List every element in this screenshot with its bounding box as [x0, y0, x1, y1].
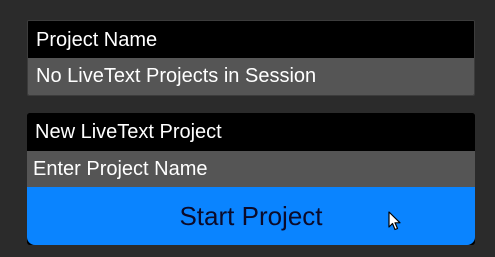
session-projects-panel: Project Name No LiveText Projects in Ses… [27, 20, 475, 96]
new-project-label: New LiveText Project [27, 113, 475, 151]
session-projects-value[interactable]: No LiveText Projects in Session [28, 58, 474, 95]
project-name-input[interactable] [27, 151, 475, 187]
livetext-window: Project Name No LiveText Projects in Ses… [0, 0, 495, 257]
project-name-label: Project Name [28, 21, 474, 58]
mouse-pointer-icon [388, 211, 401, 231]
new-project-panel: New LiveText Project Start Project [27, 113, 475, 245]
start-project-button[interactable]: Start Project [27, 187, 475, 245]
